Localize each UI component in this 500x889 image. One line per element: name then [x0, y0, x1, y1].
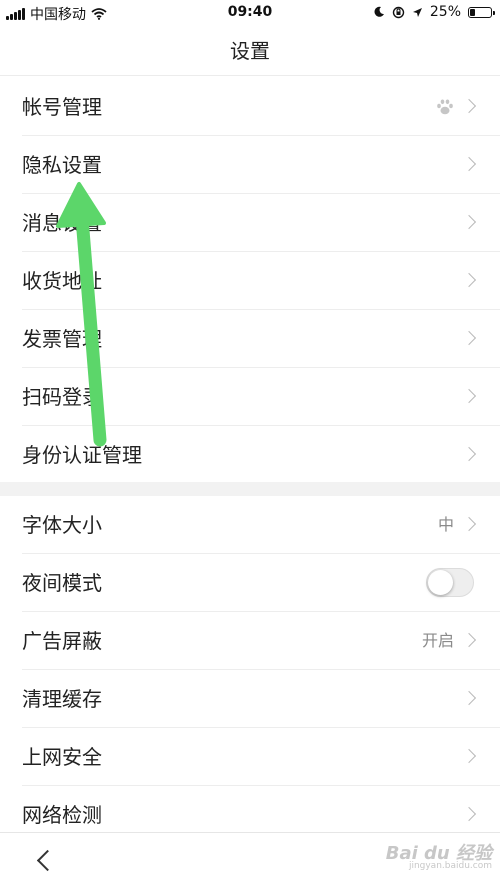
page-title: 设置 [230, 39, 270, 63]
row-message-settings[interactable]: 消息设置 [0, 194, 500, 252]
row-label: 发票管理 [22, 327, 102, 351]
chevron-right-icon [461, 388, 477, 404]
row-value: 中 [437, 515, 454, 534]
row-label: 收货地址 [22, 269, 102, 293]
status-bar: 中国移动 09:40 25% [0, 0, 500, 26]
chevron-right-icon [461, 632, 477, 648]
nav-bar: 设置 [0, 26, 500, 76]
chevron-right-icon [461, 330, 477, 346]
row-invoice-management[interactable]: 发票管理 [0, 310, 500, 368]
settings-group-account: 帐号管理 隐私设置 消息设置 收货地址 发票管理 扫码登录 身份认证管理 [0, 78, 500, 484]
chevron-right-icon [461, 98, 477, 114]
chevron-right-icon [461, 806, 477, 822]
toggle-knob [428, 570, 453, 595]
row-shipping-address[interactable]: 收货地址 [0, 252, 500, 310]
moon-icon [374, 6, 384, 17]
row-font-size[interactable]: 字体大小 中 [0, 496, 500, 554]
battery-icon [468, 6, 495, 18]
chevron-right-icon [461, 516, 477, 532]
row-label: 身份认证管理 [22, 443, 142, 467]
rotation-lock-icon [392, 6, 405, 18]
battery-percent: 25% [429, 4, 461, 20]
row-label: 上网安全 [22, 745, 102, 769]
settings-group-general: 字体大小 中 夜间模式 广告屏蔽 开启 清理缓存 上网安全 网络检测 [0, 496, 500, 844]
row-value: 开启 [421, 631, 454, 650]
status-right: 25% [373, 4, 495, 20]
row-label: 扫码登录 [22, 385, 102, 409]
night-mode-toggle[interactable] [426, 568, 474, 597]
row-ad-blocking[interactable]: 广告屏蔽 开启 [0, 612, 500, 670]
watermark-url: jingyan.baidu.com [408, 861, 492, 871]
baidu-jingyan-watermark: Bai du 经验 jingyan.baidu.com [386, 839, 492, 871]
row-night-mode: 夜间模式 [0, 554, 500, 612]
row-label: 夜间模式 [22, 571, 102, 595]
back-arrow-icon[interactable] [36, 849, 59, 872]
row-internet-security[interactable]: 上网安全 [0, 728, 500, 786]
row-scan-login[interactable]: 扫码登录 [0, 368, 500, 426]
row-privacy-settings[interactable]: 隐私设置 [0, 136, 500, 194]
chevron-right-icon [461, 272, 477, 288]
chevron-right-icon [461, 156, 477, 172]
chevron-right-icon [461, 690, 477, 706]
baidu-paw-icon [437, 99, 453, 115]
location-arrow-icon [412, 7, 422, 17]
row-account-management[interactable]: 帐号管理 [0, 78, 500, 136]
row-label: 帐号管理 [22, 95, 102, 119]
row-label: 广告屏蔽 [22, 629, 102, 653]
row-label: 隐私设置 [22, 153, 102, 177]
section-separator [0, 482, 500, 496]
row-clear-cache[interactable]: 清理缓存 [0, 670, 500, 728]
row-label: 清理缓存 [22, 687, 102, 711]
chevron-right-icon [461, 214, 477, 230]
bottom-bar: Bai du 经验 jingyan.baidu.com [0, 832, 500, 889]
row-identity-verification[interactable]: 身份认证管理 [0, 426, 500, 484]
chevron-right-icon [461, 748, 477, 764]
battery-fill [470, 8, 475, 16]
row-label: 消息设置 [22, 211, 102, 235]
chevron-right-icon [461, 446, 477, 462]
row-label: 字体大小 [22, 513, 102, 537]
